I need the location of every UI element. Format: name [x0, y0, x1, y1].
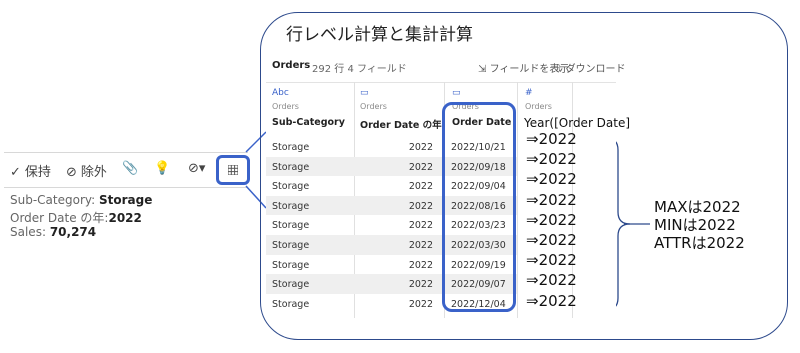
cell-year: 2022: [408, 181, 433, 193]
year-result: ⇒2022: [526, 130, 577, 148]
cell-year: 2022: [408, 142, 433, 153]
max-label: MAXは2022: [654, 198, 741, 216]
min-label: MINは2022: [654, 216, 736, 234]
cell-subcategory: Storage: [272, 220, 310, 232]
year-result: ⇒2022: [526, 271, 577, 290]
cell-year: 2022: [408, 200, 433, 212]
cell-year: 2022: [408, 161, 433, 173]
aggregate-summary: MAXは2022 MINは2022 ATTRは2022: [654, 198, 745, 252]
cell-subcategory: Storage: [272, 142, 310, 153]
year-result: ⇒2022: [526, 190, 577, 209]
abc-type-icon: Abc: [272, 88, 289, 98]
show-fields-icon: ⇲: [478, 64, 490, 75]
cell-subcategory: Storage: [272, 200, 310, 212]
download-icon: ⇩: [554, 64, 566, 75]
attr-label: ATTRは2022: [654, 234, 745, 252]
cell-year: 2022: [408, 220, 433, 232]
cell-subcategory: Storage: [272, 279, 310, 291]
cell-year: 2022: [408, 259, 433, 271]
download-button[interactable]: ⇩ ダウンロード: [554, 60, 626, 75]
year-result: ⇒2022: [526, 170, 577, 189]
panel-header: Orders 292 行 4 フィールド ⇲ フィールドを表示 ⇩ ダウンロード: [266, 46, 626, 83]
cell-subcategory: Storage: [272, 259, 310, 271]
cell-year: 2022: [408, 279, 433, 291]
cell-subcategory: Storage: [272, 240, 310, 251]
cell-subcategory: Storage: [272, 298, 310, 310]
column-header-year[interactable]: ▭ Orders Order Date の年: [360, 82, 444, 137]
year-result: ⇒2022: [526, 210, 577, 229]
row-field-count: 292 行 4 フィールド: [312, 64, 407, 75]
callout-title: 行レベル計算と集計計算: [286, 25, 473, 45]
column-divider: [517, 82, 518, 318]
calendar-icon: ▭: [452, 88, 461, 98]
cell-year: 2022: [408, 240, 433, 251]
year-formula-label: Year([Order Date]: [524, 116, 631, 130]
calendar-icon: ▭: [360, 88, 369, 98]
year-result: ⇒2022: [526, 231, 577, 249]
cell-subcategory: Storage: [272, 161, 310, 173]
cell-subcategory: Storage: [272, 181, 310, 193]
year-result: ⇒2022: [526, 251, 577, 270]
order-date-highlight: [442, 102, 516, 312]
column-header-subcategory[interactable]: Abc Orders Sub-Category: [272, 82, 352, 137]
source-name: Orders: [272, 60, 311, 71]
year-result: ⇒2022: [526, 150, 577, 169]
number-type-icon: #: [525, 88, 533, 98]
year-result: ⇒2022: [526, 291, 577, 310]
cell-year: 2022: [408, 298, 433, 310]
